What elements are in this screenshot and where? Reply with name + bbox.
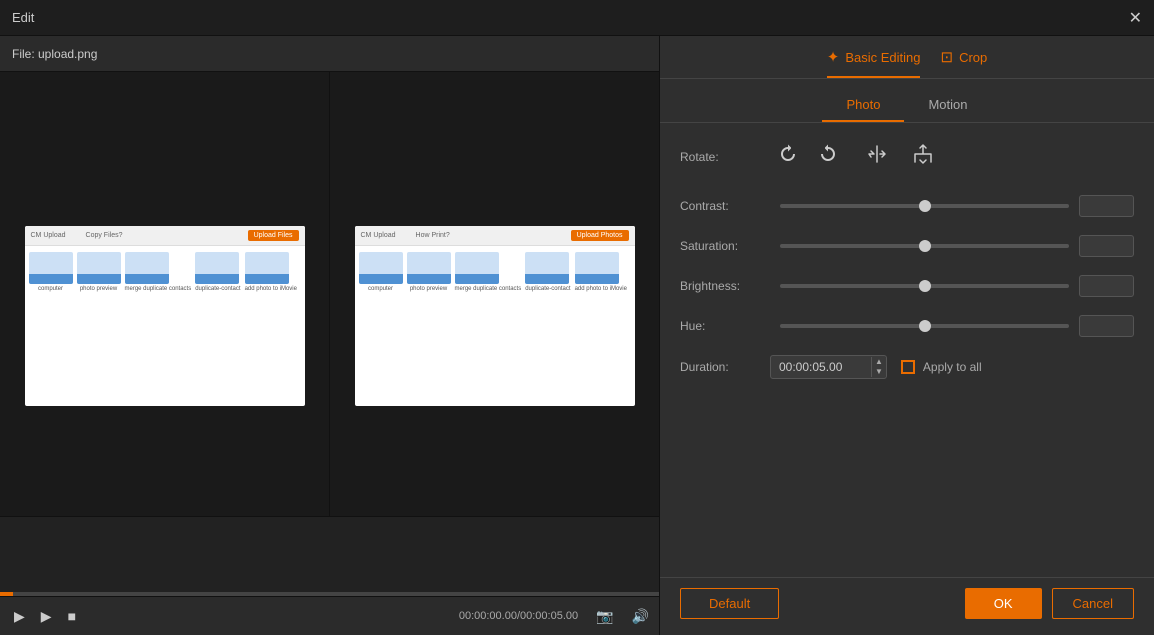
camera-icon[interactable]: 📷 <box>596 608 613 625</box>
contrast-input[interactable] <box>1080 196 1134 216</box>
controls-bar: ▶ ▶ ■ 00:00:00.00/00:00:05.00 📷 🔊 <box>0 597 659 635</box>
thumb-3-original <box>125 252 169 284</box>
upload-btn-original: Upload Files <box>248 230 299 241</box>
mock-topbar-output: CM Upload How Print? Upload Photos <box>355 226 635 246</box>
apply-all-label: Apply to all <box>923 360 982 374</box>
thumb-4-original <box>195 252 239 284</box>
original-content: Original File CM Upload Copy Files? Uplo… <box>0 72 329 516</box>
hue-slider[interactable] <box>780 324 1069 328</box>
brightness-value-box: ▲ ▼ <box>1079 275 1134 297</box>
tab-crop[interactable]: ⊡ Crop <box>940 48 987 78</box>
duration-row: Duration: ▲ ▼ Apply to all <box>680 355 1134 379</box>
tab-basic-editing[interactable]: ✦ Basic Editing <box>827 48 921 78</box>
brightness-label: Brightness: <box>680 279 770 293</box>
duration-input[interactable] <box>771 356 871 378</box>
duration-input-box: ▲ ▼ <box>770 355 887 379</box>
contrast-label: Contrast: <box>680 199 770 213</box>
progress-bar-fill <box>0 592 13 596</box>
file-info: File: upload.png <box>0 36 659 72</box>
title-bar: Edit ✕ <box>0 0 1154 36</box>
duration-increment[interactable]: ▲ <box>872 357 886 367</box>
saturation-slider[interactable] <box>780 244 1069 248</box>
thumb-1-output <box>359 252 403 284</box>
original-screenshot-mock: CM Upload Copy Files? Upload Files compu… <box>25 226 305 406</box>
mock-thumbnails-original: computer photo preview merge duplicate c… <box>25 246 305 298</box>
saturation-row: Saturation: ▲ ▼ <box>680 235 1134 257</box>
contrast-row: Contrast: ▲ ▼ <box>680 195 1134 217</box>
play-button[interactable]: ▶ <box>10 606 29 627</box>
main-container: File: upload.png Original File CM Upload… <box>0 36 1154 635</box>
tab-photo[interactable]: Photo <box>822 91 904 122</box>
duration-label: Duration: <box>680 360 770 374</box>
cancel-button[interactable]: Cancel <box>1052 588 1134 619</box>
window-title: Edit <box>12 10 34 25</box>
progress-bar-container[interactable] <box>0 592 659 596</box>
original-pane: Original File CM Upload Copy Files? Uplo… <box>0 72 330 516</box>
duration-decrement[interactable]: ▼ <box>872 367 886 377</box>
thumb-4-output <box>525 252 569 284</box>
thumb-5-original <box>245 252 289 284</box>
brightness-slider[interactable] <box>780 284 1069 288</box>
stop-button[interactable]: ■ <box>64 606 80 626</box>
basic-editing-icon: ✦ <box>827 48 840 66</box>
output-screenshot-mock: CM Upload How Print? Upload Photos compu… <box>355 226 635 406</box>
brightness-row: Brightness: ▲ ▼ <box>680 275 1134 297</box>
flip-horizontal-button[interactable] <box>862 139 892 175</box>
file-name: File: upload.png <box>12 47 97 61</box>
audio-icon[interactable]: 🔊 <box>632 608 649 625</box>
panel-tabs-row: ✦ Basic Editing ⊡ Crop <box>660 36 1154 79</box>
close-button[interactable]: ✕ <box>1129 8 1142 28</box>
output-pane: Output File CM Upload How Print? Upload … <box>330 72 659 516</box>
settings-area: Rotate: <box>660 123 1154 577</box>
saturation-label: Saturation: <box>680 239 770 253</box>
rotate-buttons <box>770 139 938 175</box>
ok-button[interactable]: OK <box>965 588 1042 619</box>
time-display: 00:00:00.00/00:00:05.00 <box>459 610 578 622</box>
upload-btn-output: Upload Photos <box>571 230 629 241</box>
hue-input[interactable] <box>1080 316 1134 336</box>
contrast-value-box: ▲ ▼ <box>1079 195 1134 217</box>
rotate-row: Rotate: <box>680 139 1134 175</box>
crop-label: Crop <box>959 50 987 65</box>
crop-icon: ⊡ <box>940 48 953 66</box>
contrast-slider[interactable] <box>780 204 1069 208</box>
hue-label: Hue: <box>680 319 770 333</box>
timeline-area <box>0 517 659 597</box>
photo-motion-tabs: Photo Motion <box>660 79 1154 123</box>
right-panel: ✦ Basic Editing ⊡ Crop Photo Motion Rota… <box>660 36 1154 635</box>
apply-all-row: Apply to all <box>901 360 982 374</box>
bottom-buttons: Default OK Cancel <box>660 577 1154 635</box>
duration-spinners: ▲ ▼ <box>871 357 886 377</box>
basic-editing-label: Basic Editing <box>845 50 920 65</box>
apply-all-checkbox[interactable] <box>901 360 915 374</box>
thumb-2-original <box>77 252 121 284</box>
right-buttons: OK Cancel <box>965 588 1134 619</box>
thumb-1-original <box>29 252 73 284</box>
thumb-5-output <box>575 252 619 284</box>
play-button-2[interactable]: ▶ <box>37 606 56 627</box>
tab-motion[interactable]: Motion <box>904 91 991 122</box>
left-panel: File: upload.png Original File CM Upload… <box>0 36 660 635</box>
hue-value-box: ▲ ▼ <box>1079 315 1134 337</box>
saturation-input[interactable] <box>1080 236 1134 256</box>
rotate-right-button[interactable] <box>770 139 800 175</box>
output-content: Output File CM Upload How Print? Upload … <box>330 72 659 516</box>
hue-row: Hue: ▲ ▼ <box>680 315 1134 337</box>
saturation-value-box: ▲ ▼ <box>1079 235 1134 257</box>
flip-vertical-button[interactable] <box>908 139 938 175</box>
rotate-left-button[interactable] <box>816 139 846 175</box>
rotate-label: Rotate: <box>680 150 770 164</box>
mock-thumbnails-output: computer photo preview merge duplicate c… <box>355 246 635 298</box>
thumb-3-output <box>455 252 499 284</box>
default-button[interactable]: Default <box>680 588 779 619</box>
preview-area: Original File CM Upload Copy Files? Uplo… <box>0 72 659 517</box>
thumb-2-output <box>407 252 451 284</box>
mock-topbar-original: CM Upload Copy Files? Upload Files <box>25 226 305 246</box>
brightness-input[interactable] <box>1080 276 1134 296</box>
